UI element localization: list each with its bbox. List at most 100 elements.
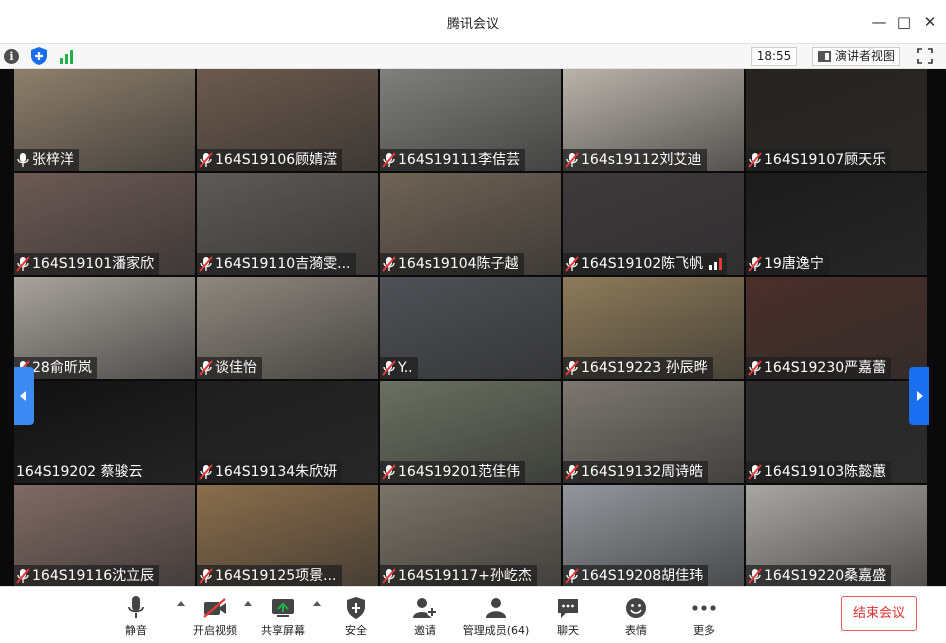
- share-options-caret[interactable]: [313, 601, 321, 606]
- participant-name: 28俞昕岚: [32, 360, 92, 376]
- share-screen-button[interactable]: 共享屏幕: [258, 595, 308, 638]
- mute-label: 静音: [125, 624, 147, 637]
- participant-tile[interactable]: 164S19134朱欣妍: [197, 381, 378, 483]
- participant-tile[interactable]: 张梓洋: [14, 69, 195, 171]
- speaker-view-label: 演讲者视图: [835, 49, 896, 63]
- mic-muted-icon: [565, 152, 579, 168]
- participant-tile[interactable]: 164S19106顾婧滢: [197, 69, 378, 171]
- video-off-icon: [203, 598, 226, 618]
- video-grid: 164S19220桑嘉盛 164S19208胡佳玮 164S19117+孙屹杰 164…: [0, 69, 946, 587]
- fullscreen-icon[interactable]: [917, 48, 933, 64]
- end-meeting-button[interactable]: 结束会议: [841, 596, 917, 631]
- reactions-label: 表情: [625, 624, 647, 637]
- participant-tile[interactable]: Y..: [380, 277, 561, 379]
- share-screen-icon: [272, 599, 294, 617]
- participant-name-bar: 164S19208胡佳玮: [563, 565, 709, 587]
- video-options-caret[interactable]: [244, 601, 252, 606]
- participant-tile[interactable]: 164S19220桑嘉盛: [746, 485, 927, 587]
- mic-muted-icon: [748, 464, 762, 480]
- participant-tile[interactable]: 164S19102陈飞帆: [563, 173, 744, 275]
- network-signal-icon[interactable]: [59, 49, 75, 64]
- info-icon[interactable]: i: [4, 49, 19, 64]
- participant-name: 164S19220桑嘉盛: [764, 568, 887, 584]
- participant-name-bar: 164S19111李佶芸: [380, 149, 526, 171]
- participant-name-bar: 164S19103陈懿蕙: [746, 461, 892, 483]
- participant-name: 164S19110吉漪雯...: [215, 256, 351, 272]
- mic-muted-icon: [199, 256, 213, 272]
- participant-name: 164S19116沈立辰: [32, 568, 155, 584]
- meeting-time: 18:55: [751, 47, 797, 66]
- participant-name-bar: 谈佳怡: [197, 357, 262, 379]
- participant-name: 164S19208胡佳玮: [581, 568, 704, 584]
- mic-muted-icon: [748, 360, 762, 376]
- participant-name: 164S19223 孙辰晔: [581, 360, 708, 376]
- participant-name-bar: 164S19134朱欣妍: [197, 461, 343, 483]
- mic-muted-icon: [748, 568, 762, 584]
- close-icon[interactable]: ✕: [919, 12, 941, 32]
- shield-icon[interactable]: [31, 47, 47, 65]
- participant-name-bar: 164S19102陈飞帆: [563, 253, 728, 275]
- maximize-icon[interactable]: □: [893, 12, 915, 32]
- participant-name: 164S19125项景...: [215, 568, 337, 584]
- manage-members-label: 管理成员(64): [462, 624, 530, 637]
- participant-name-bar: 张梓洋: [14, 149, 79, 171]
- participant-name: 张梓洋: [32, 152, 74, 168]
- chat-button[interactable]: 聊天: [550, 595, 586, 638]
- participant-name: 164S19102陈飞帆: [581, 256, 704, 272]
- participant-name: 164S19134朱欣妍: [215, 464, 338, 480]
- participant-tile[interactable]: 164s19104陈子越: [380, 173, 561, 275]
- mic-muted-icon: [565, 256, 579, 272]
- participant-tile[interactable]: 164S19208胡佳玮: [563, 485, 744, 587]
- mic-muted-icon: [382, 152, 396, 168]
- participant-tile[interactable]: 164S19116沈立辰: [14, 485, 195, 587]
- mic-muted-icon: [565, 568, 579, 584]
- window-title: 腾讯会议: [446, 17, 499, 32]
- participant-name: 164s19104陈子越: [398, 256, 519, 272]
- participant-tile[interactable]: 164S19230严嘉蕾: [746, 277, 927, 379]
- mic-muted-icon: [199, 568, 213, 584]
- participant-name-bar: 164S19132周诗皓: [563, 461, 709, 483]
- reactions-button[interactable]: 表情: [618, 595, 654, 638]
- participant-tile[interactable]: 164S19110吉漪雯...: [197, 173, 378, 275]
- participant-tile[interactable]: 164S19101潘家欣: [14, 173, 195, 275]
- participant-name-bar: 164S19201范佳伟: [380, 461, 526, 483]
- mic-muted-icon: [16, 568, 30, 584]
- microphone-icon: [128, 596, 144, 618]
- start-video-button[interactable]: 开启视频: [190, 595, 240, 638]
- participant-tile[interactable]: 164S19202 蔡骏云: [14, 381, 195, 483]
- previous-page-button[interactable]: [14, 367, 34, 425]
- manage-members-button[interactable]: 管理成员(64): [460, 595, 532, 638]
- participant-tile[interactable]: 164S19103陈懿蕙: [746, 381, 927, 483]
- participant-tile[interactable]: 164S19111李佶芸: [380, 69, 561, 171]
- mute-button[interactable]: 静音: [118, 595, 154, 638]
- minimize-icon[interactable]: —: [868, 12, 890, 32]
- share-screen-label: 共享屏幕: [261, 624, 305, 637]
- speaker-view-button[interactable]: 演讲者视图: [812, 47, 900, 66]
- mute-options-caret[interactable]: [177, 601, 185, 606]
- mic-muted-icon: [382, 256, 396, 272]
- invite-button[interactable]: 邀请: [407, 595, 443, 638]
- weak-signal-icon: [709, 258, 723, 270]
- participant-tile[interactable]: 19唐逸宁: [746, 173, 927, 275]
- title-bar: 腾讯会议 — □ ✕: [0, 0, 946, 44]
- next-page-button[interactable]: [909, 367, 929, 425]
- participant-tile[interactable]: 164S19223 孙辰晔: [563, 277, 744, 379]
- security-button[interactable]: 安全: [338, 595, 374, 638]
- participant-tile[interactable]: 164S19117+孙屹杰: [380, 485, 561, 587]
- participant-tile[interactable]: 164s19112刘艾迪: [563, 69, 744, 171]
- participant-name: 164S19106顾婧滢: [215, 152, 338, 168]
- participant-name: 164S19103陈懿蕙: [764, 464, 887, 480]
- participant-tile[interactable]: 164S19132周诗皓: [563, 381, 744, 483]
- more-dots-icon: [692, 605, 716, 611]
- members-icon: [486, 598, 506, 618]
- participant-tile[interactable]: 164S19125项景...: [197, 485, 378, 587]
- participant-name: 164S19202 蔡骏云: [16, 464, 143, 480]
- participant-name: Y..: [398, 360, 413, 376]
- participant-tile[interactable]: 谈佳怡: [197, 277, 378, 379]
- participant-name-bar: 164S19110吉漪雯...: [197, 253, 356, 275]
- participant-tile[interactable]: 164S19107顾天乐: [746, 69, 927, 171]
- more-button[interactable]: 更多: [686, 595, 722, 638]
- participant-tile[interactable]: 28俞昕岚: [14, 277, 195, 379]
- mic-muted-icon: [199, 360, 213, 376]
- participant-tile[interactable]: 164S19201范佳伟: [380, 381, 561, 483]
